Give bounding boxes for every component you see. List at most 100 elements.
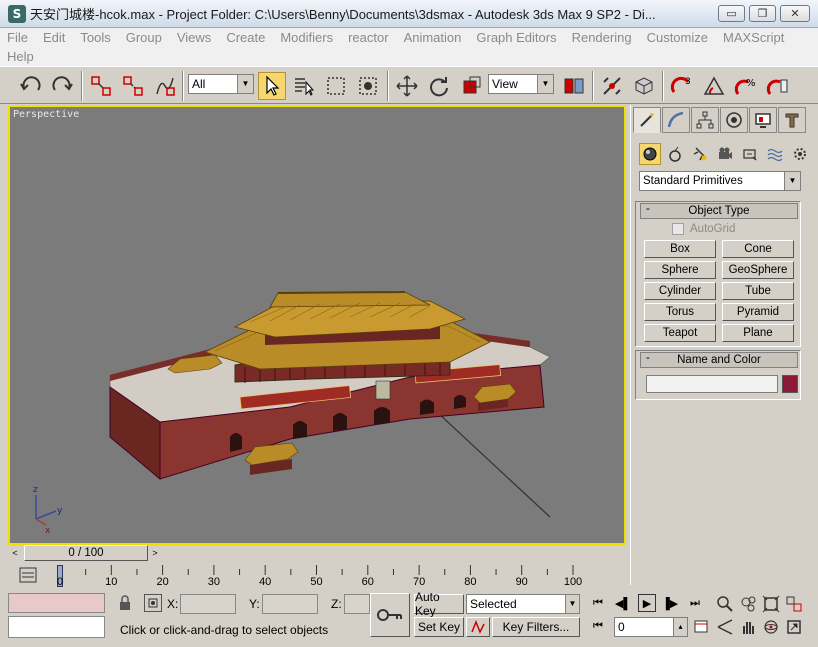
zoom-all-icon[interactable] bbox=[737, 593, 759, 615]
name-and-color-header[interactable]: - Name and Color bbox=[640, 352, 798, 368]
spinner-snap-icon[interactable] bbox=[764, 72, 792, 100]
auto-key-button[interactable]: Auto Key bbox=[414, 590, 464, 618]
menu-group[interactable]: Group bbox=[126, 30, 162, 45]
reference-coordinate-dropdown[interactable]: View ▼ bbox=[488, 74, 554, 94]
maxscript-input-field[interactable] bbox=[8, 616, 105, 638]
geosphere-button[interactable]: GeoSphere bbox=[722, 261, 794, 279]
object-color-swatch[interactable] bbox=[782, 375, 798, 393]
select-by-name-icon[interactable] bbox=[290, 72, 318, 100]
close-button[interactable]: ✕ bbox=[780, 5, 810, 22]
menu-help[interactable]: Help bbox=[7, 49, 34, 64]
percent-snap-icon[interactable]: % bbox=[732, 72, 760, 100]
utilities-tab-icon[interactable] bbox=[778, 107, 806, 133]
select-object-icon[interactable] bbox=[258, 72, 286, 100]
menu-edit[interactable]: Edit bbox=[43, 30, 65, 45]
object-type-header[interactable]: - Object Type bbox=[640, 203, 798, 219]
spinner-icon[interactable]: ▴ bbox=[673, 618, 687, 636]
z-coordinate-field[interactable] bbox=[344, 594, 370, 614]
scale-icon[interactable] bbox=[457, 72, 485, 100]
field-of-view-icon[interactable] bbox=[714, 616, 736, 638]
cylinder-button[interactable]: Cylinder bbox=[644, 282, 716, 300]
go-to-start-icon[interactable]: ⏮ bbox=[589, 594, 607, 612]
menu-views[interactable]: Views bbox=[177, 30, 211, 45]
maximize-viewport-icon[interactable] bbox=[783, 616, 805, 638]
redo-icon[interactable] bbox=[48, 72, 76, 100]
select-and-manipulate-icon[interactable] bbox=[598, 72, 626, 100]
perspective-viewport[interactable]: Perspective z y x bbox=[8, 105, 626, 545]
snaps-toggle-icon[interactable]: 3 bbox=[668, 72, 696, 100]
geometry-icon[interactable] bbox=[639, 143, 661, 165]
rotate-icon[interactable] bbox=[425, 72, 453, 100]
minimize-button[interactable]: ▭ bbox=[718, 5, 745, 22]
time-slider[interactable]: < 0 / 100 > bbox=[8, 545, 626, 563]
cameras-icon[interactable] bbox=[714, 143, 736, 165]
arc-rotate-icon[interactable] bbox=[760, 616, 782, 638]
select-and-link-icon[interactable] bbox=[87, 72, 115, 100]
current-frame-field[interactable]: 0 ▴ bbox=[614, 617, 688, 637]
time-slider-next-icon[interactable]: > bbox=[148, 545, 162, 561]
menu-animation[interactable]: Animation bbox=[404, 30, 462, 45]
pan-view-icon[interactable] bbox=[737, 616, 759, 638]
zoom-extents-all-icon[interactable] bbox=[783, 593, 805, 615]
menu-tools[interactable]: Tools bbox=[80, 30, 110, 45]
hierarchy-tab-icon[interactable] bbox=[691, 107, 719, 133]
object-name-field[interactable] bbox=[646, 375, 778, 393]
rectangular-selection-icon[interactable] bbox=[322, 72, 350, 100]
autogrid-check-box[interactable] bbox=[672, 223, 684, 235]
time-slider-thumb[interactable]: 0 / 100 bbox=[24, 545, 148, 561]
go-to-end-icon[interactable]: ⏭ bbox=[686, 594, 704, 612]
unlink-selection-icon[interactable] bbox=[119, 72, 147, 100]
pyramid-button[interactable]: Pyramid bbox=[722, 303, 794, 321]
box-button[interactable]: Box bbox=[644, 240, 716, 258]
helpers-icon[interactable] bbox=[739, 143, 761, 165]
display-tab-icon[interactable] bbox=[749, 107, 777, 133]
time-configuration-icon[interactable] bbox=[692, 617, 710, 635]
key-filters-button[interactable]: Key Filters... bbox=[492, 617, 580, 637]
absolute-mode-icon[interactable] bbox=[144, 594, 162, 612]
menu-customize[interactable]: Customize bbox=[647, 30, 708, 45]
lock-icon[interactable] bbox=[118, 595, 132, 611]
autogrid-checkbox[interactable]: AutoGrid bbox=[672, 223, 735, 235]
tube-button[interactable]: Tube bbox=[722, 282, 794, 300]
plane-button[interactable]: Plane bbox=[722, 324, 794, 342]
x-coordinate-field[interactable] bbox=[180, 594, 236, 614]
time-slider-prev-icon[interactable]: < bbox=[8, 545, 22, 561]
move-icon[interactable] bbox=[393, 72, 421, 100]
next-frame-icon[interactable]: ▐▶ bbox=[661, 594, 679, 612]
bind-to-space-warp-icon[interactable] bbox=[151, 72, 179, 100]
sphere-button[interactable]: Sphere bbox=[644, 261, 716, 279]
key-mode-dropdown[interactable]: Selected ▼ bbox=[466, 594, 580, 614]
set-key-icon[interactable] bbox=[466, 617, 490, 637]
teapot-button[interactable]: Teapot bbox=[644, 324, 716, 342]
undo-icon[interactable] bbox=[17, 72, 45, 100]
app-icon[interactable]: S bbox=[8, 4, 26, 23]
menu-modifiers[interactable]: Modifiers bbox=[280, 30, 333, 45]
space-warps-icon[interactable] bbox=[764, 143, 786, 165]
lights-icon[interactable] bbox=[689, 143, 711, 165]
track-bar[interactable]: 0 10 20 30 40 50 60 70 80 90 100 bbox=[8, 565, 626, 591]
menu-create[interactable]: Create bbox=[226, 30, 265, 45]
menu-rendering[interactable]: Rendering bbox=[572, 30, 632, 45]
window-crossing-icon[interactable] bbox=[354, 72, 382, 100]
create-tab-icon[interactable] bbox=[633, 107, 661, 133]
pivot-center-icon[interactable] bbox=[560, 72, 588, 100]
cone-button[interactable]: Cone bbox=[722, 240, 794, 258]
motion-tab-icon[interactable] bbox=[720, 107, 748, 133]
key-mode-toggle-icon[interactable] bbox=[370, 593, 410, 637]
angle-snap-icon[interactable] bbox=[700, 72, 728, 100]
menu-file[interactable]: File bbox=[7, 30, 28, 45]
key-mode-icon[interactable]: ⏮ bbox=[589, 617, 607, 635]
menu-maxscript[interactable]: MAXScript bbox=[723, 30, 784, 45]
previous-frame-icon[interactable]: ◀▌ bbox=[614, 594, 632, 612]
modify-tab-icon[interactable] bbox=[662, 107, 690, 133]
zoom-extents-icon[interactable] bbox=[760, 593, 782, 615]
menu-reactor[interactable]: reactor bbox=[348, 30, 388, 45]
maxscript-listener-field[interactable] bbox=[8, 593, 105, 613]
systems-icon[interactable] bbox=[789, 143, 811, 165]
keyboard-shortcut-override-icon[interactable] bbox=[630, 72, 658, 100]
restore-button[interactable]: ❐ bbox=[749, 5, 776, 22]
play-icon[interactable]: ▶ bbox=[638, 594, 656, 612]
selection-filter-dropdown[interactable]: All ▼ bbox=[188, 74, 254, 94]
menu-graph-editors[interactable]: Graph Editors bbox=[476, 30, 556, 45]
object-category-dropdown[interactable]: Standard Primitives ▼ bbox=[639, 171, 801, 191]
